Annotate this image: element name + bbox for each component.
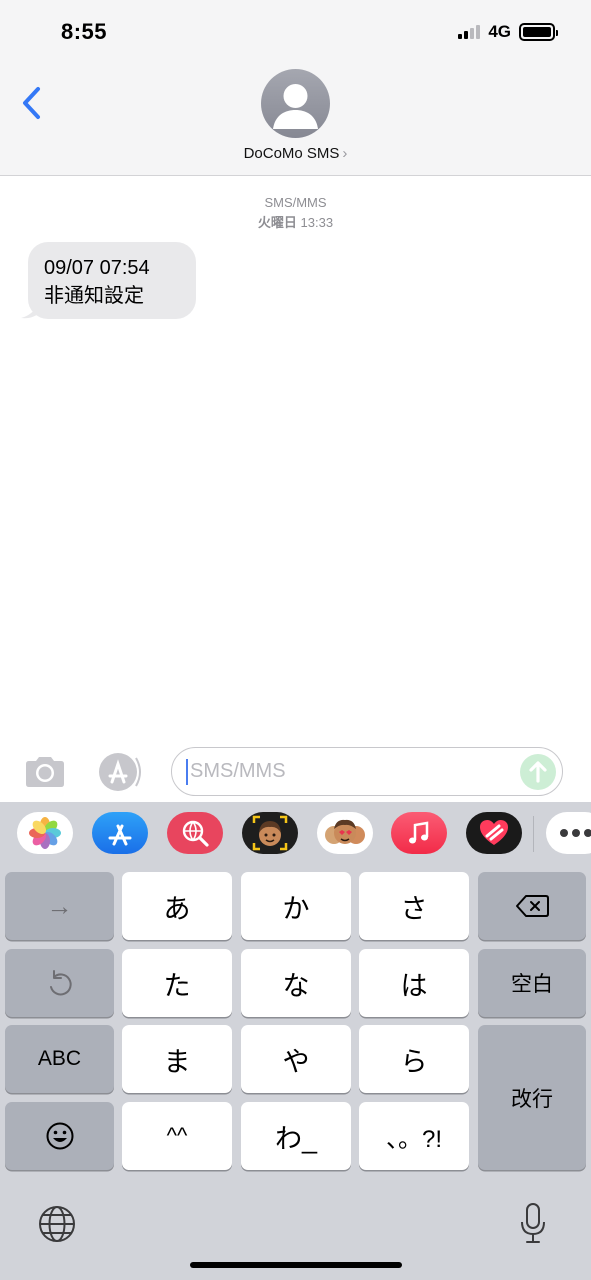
back-button[interactable] bbox=[18, 84, 48, 124]
key-label: 空白 bbox=[511, 973, 553, 996]
delete-key[interactable] bbox=[478, 872, 586, 940]
key-label: た bbox=[163, 970, 191, 1001]
battery-icon bbox=[519, 23, 558, 41]
globe-icon bbox=[39, 1206, 75, 1242]
memoji-stickers-app-button[interactable] bbox=[317, 812, 373, 854]
status-indicators: 4G bbox=[458, 22, 558, 42]
key-label: ^^ bbox=[166, 1123, 188, 1148]
chevron-left-icon bbox=[23, 87, 40, 119]
contact-name: DoCoMo SMS bbox=[243, 145, 340, 162]
more-apps-button[interactable] bbox=[546, 812, 591, 854]
return-key[interactable]: 改行 bbox=[478, 1025, 586, 1170]
key-ra[interactable]: ら bbox=[359, 1025, 469, 1093]
web-search-app-button[interactable] bbox=[167, 812, 223, 854]
key-ka[interactable]: か bbox=[241, 872, 351, 940]
key-label: か bbox=[282, 893, 310, 924]
music-app-button[interactable] bbox=[391, 812, 447, 854]
message-bubble[interactable]: 09/07 07:54 非通知設定 bbox=[28, 242, 196, 319]
cellular-signal-icon bbox=[458, 25, 481, 39]
service-label: SMS/MMS bbox=[264, 195, 327, 210]
digital-touch-app-button[interactable] bbox=[466, 812, 522, 854]
smiley-icon bbox=[46, 1122, 73, 1150]
microphone-icon bbox=[521, 1203, 545, 1243]
key-ha[interactable]: は bbox=[359, 949, 469, 1017]
memoji-stickers-icon bbox=[325, 819, 365, 844]
contact-avatar[interactable] bbox=[261, 69, 330, 138]
key-label: さ bbox=[400, 893, 428, 924]
key-label: や bbox=[282, 1046, 310, 1077]
app-store-icon bbox=[99, 753, 141, 791]
key-label: 、。?! bbox=[385, 1125, 442, 1153]
arrow-up-icon bbox=[529, 761, 547, 783]
contact-name-button[interactable]: DoCoMo SMS › bbox=[0, 145, 591, 162]
photos-icon bbox=[29, 817, 61, 849]
key-label: あ bbox=[163, 893, 191, 924]
key-sa[interactable]: さ bbox=[359, 872, 469, 940]
message-input[interactable] bbox=[188, 748, 508, 794]
dictation-button[interactable] bbox=[518, 1202, 548, 1246]
globe-search-icon bbox=[182, 820, 209, 847]
status-time: 8:55 bbox=[61, 19, 108, 44]
more-icon bbox=[560, 829, 591, 837]
camera-button[interactable] bbox=[22, 752, 68, 792]
photos-app-button[interactable] bbox=[17, 812, 73, 854]
memoji-app-button[interactable] bbox=[242, 812, 298, 854]
network-type: 4G bbox=[488, 22, 511, 41]
message-timestamp: 火曜日 13:33 bbox=[0, 212, 591, 231]
chevron-right-icon: › bbox=[342, 145, 348, 162]
key-label: ABC bbox=[37, 1047, 82, 1070]
key-ma[interactable]: ま bbox=[122, 1025, 232, 1093]
punctuation-key[interactable]: 、。?! bbox=[359, 1102, 469, 1170]
kaomoji-key[interactable]: ^^ bbox=[122, 1102, 232, 1170]
key-label: ら bbox=[400, 1046, 428, 1077]
keyboard-switch-button[interactable] bbox=[37, 1204, 77, 1244]
key-ya[interactable]: や bbox=[241, 1025, 351, 1093]
key-label: な bbox=[282, 970, 310, 1001]
undo-icon bbox=[49, 970, 72, 996]
abc-key[interactable]: ABC bbox=[5, 1025, 114, 1093]
send-button[interactable] bbox=[520, 754, 556, 790]
message-field[interactable] bbox=[171, 747, 563, 796]
memoji-icon bbox=[252, 815, 288, 851]
app-store-toggle-button[interactable] bbox=[96, 752, 146, 792]
delete-icon bbox=[516, 895, 549, 917]
navigation-header: 8:55 4G DoCoMo SMS › bbox=[0, 0, 591, 176]
music-note-icon bbox=[409, 821, 429, 844]
app-store-app-button[interactable] bbox=[92, 812, 148, 854]
app-store-icon bbox=[108, 824, 132, 846]
emoji-key[interactable] bbox=[5, 1102, 114, 1170]
key-label: わ_ bbox=[274, 1123, 318, 1154]
message-line: 非通知設定 bbox=[44, 285, 144, 307]
person-icon bbox=[273, 84, 318, 129]
camera-icon bbox=[26, 757, 64, 787]
key-label: は bbox=[400, 970, 428, 1001]
key-label: 改行 bbox=[511, 1087, 553, 1111]
imessage-app-strip bbox=[0, 802, 591, 868]
time-label: 13:33 bbox=[300, 215, 334, 230]
strip-divider bbox=[533, 816, 534, 852]
key-label: ま bbox=[163, 1046, 191, 1077]
key-a[interactable]: あ bbox=[122, 872, 232, 940]
arrow-right-icon: → bbox=[46, 890, 73, 921]
key-wa[interactable]: わ_ bbox=[241, 1102, 351, 1170]
heart-icon bbox=[480, 820, 508, 845]
space-key[interactable]: 空白 bbox=[478, 949, 586, 1017]
home-indicator[interactable] bbox=[190, 1262, 402, 1268]
day-label: 火曜日 bbox=[257, 215, 297, 230]
key-ta[interactable]: た bbox=[122, 949, 232, 1017]
next-candidate-key[interactable]: → bbox=[5, 872, 114, 940]
message-line: 09/07 07:54 bbox=[44, 257, 150, 279]
key-na[interactable]: な bbox=[241, 949, 351, 1017]
undo-key[interactable] bbox=[5, 949, 114, 1017]
